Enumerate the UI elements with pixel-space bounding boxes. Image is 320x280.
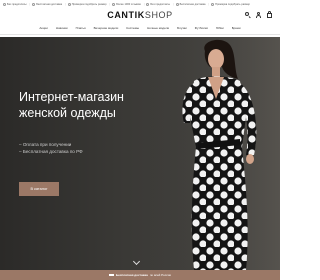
hero-benefit-item: Бесплатная доставка по РФ xyxy=(19,148,83,155)
scroll-down-icon[interactable] xyxy=(132,257,141,266)
hero-benefit-item: Оплата при получении xyxy=(19,141,83,148)
promo-item: Примерка подобрать размер xyxy=(67,2,111,6)
hero-model-image xyxy=(150,37,280,270)
hanger-icon xyxy=(211,2,215,6)
promo-item: Без предоплаты xyxy=(146,2,173,6)
truck-icon xyxy=(108,273,114,277)
user-icon[interactable] xyxy=(255,11,262,18)
promo-text: Примерка подобрать размер xyxy=(71,2,107,6)
hanger-icon xyxy=(67,2,71,6)
promo-text: Бесплатная доставка xyxy=(179,2,206,6)
nav-item-evening[interactable]: Вечерние модели xyxy=(94,26,119,30)
nav-item-tshirts[interactable]: Футболки xyxy=(195,26,208,30)
catalog-button[interactable]: В каталог xyxy=(19,182,59,196)
site-header: CANTIKSHOP xyxy=(0,8,280,22)
hero-title: Интернет-магазин женской одежды xyxy=(19,89,159,121)
nav-item-dresses[interactable]: Платья xyxy=(76,26,86,30)
promo-text: Примерка подобрать размер xyxy=(215,2,250,6)
delivery-banner: Бесплатная доставка по всей России xyxy=(0,270,280,280)
nav-divider xyxy=(0,34,280,35)
promo-text: Бесплатная доставка xyxy=(36,2,63,6)
cart-icon[interactable] xyxy=(266,11,273,18)
nav-item-suits[interactable]: Костюмы xyxy=(126,26,139,30)
main-nav: Акции Новинки Платья Вечерние модели Кос… xyxy=(0,24,280,32)
site-logo[interactable]: CANTIKSHOP xyxy=(107,10,173,20)
nav-item-blouses[interactable]: Блузки xyxy=(177,26,187,30)
logo-bold-text: CANTIK xyxy=(107,10,145,20)
nav-item-skirts[interactable]: Юбки xyxy=(216,26,224,30)
search-icon[interactable] xyxy=(244,11,251,18)
hero-benefits: Оплата при получении Бесплатная доставка… xyxy=(19,141,83,155)
promo-item: Более 1000 отзывов xyxy=(112,2,144,6)
delivery-banner-text: по всей России xyxy=(149,273,172,277)
promo-item: Бесплатная доставка xyxy=(175,2,210,6)
nav-item-night[interactable]: Ночные модели xyxy=(147,26,169,30)
star-icon xyxy=(112,2,116,6)
logo-light-text: SHOP xyxy=(144,10,173,20)
promo-strip: Без предоплаты Бесплатная доставка Приме… xyxy=(0,0,280,8)
nav-item-trousers[interactable]: Брюки xyxy=(232,26,241,30)
promo-text: Без предоплаты xyxy=(7,2,27,6)
hero-title-line: Интернет-магазин xyxy=(19,90,124,104)
promo-item: Без предоплаты xyxy=(3,2,30,6)
hero-banner: Интернет-магазин женской одежды Оплата п… xyxy=(0,37,280,270)
nav-item-new[interactable]: Новинки xyxy=(56,26,68,30)
promo-item: Примерка подобрать размер xyxy=(211,2,253,6)
delivery-banner-strong: Бесплатная доставка xyxy=(115,273,148,277)
wallet-icon xyxy=(146,2,150,6)
promo-item: Бесплатная доставка xyxy=(32,2,66,6)
nav-item-sale[interactable]: Акции xyxy=(39,26,47,30)
promo-text: Без предоплаты xyxy=(150,2,170,6)
truck-icon xyxy=(175,2,179,6)
wallet-icon xyxy=(3,2,6,6)
promo-text: Более 1000 отзывов xyxy=(116,2,141,6)
hero-title-line: женской одежды xyxy=(19,106,116,120)
header-icons xyxy=(244,11,273,18)
truck-icon xyxy=(32,2,36,6)
